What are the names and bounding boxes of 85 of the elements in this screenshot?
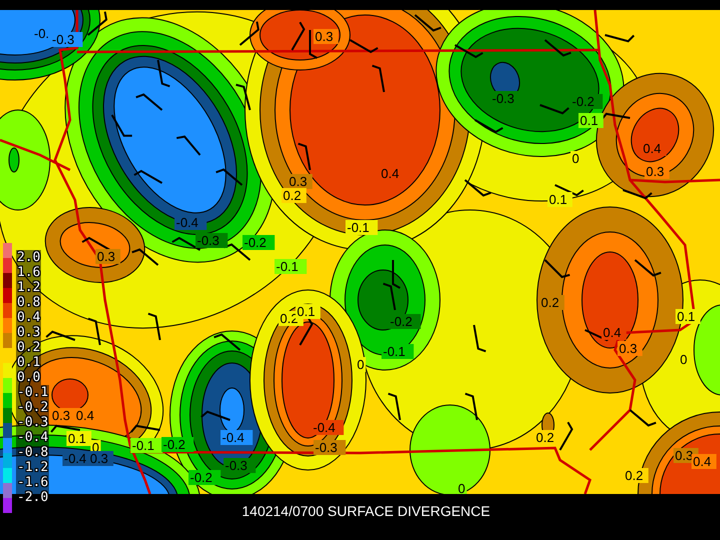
contour-label: -0.4 — [312, 420, 344, 435]
wind-barb-icon — [134, 170, 162, 184]
scale-label: -0.2 — [16, 400, 50, 415]
contour-area — [220, 388, 244, 432]
wind-barb-icon — [299, 316, 314, 346]
scale-label: 0.4 — [16, 310, 42, 325]
contour-label: 0.3 — [88, 451, 114, 466]
wind-barb-icon — [82, 236, 110, 251]
contour-label: 0.1 — [296, 304, 320, 319]
contour-label: -0.3 — [50, 32, 83, 47]
wind-barb-icon — [464, 392, 478, 420]
contour-label: -0.1 — [130, 438, 163, 453]
contour-label: 0 — [356, 357, 366, 372]
contour-label: 0 — [678, 352, 689, 367]
contour-label: -0.1 — [382, 344, 414, 359]
contour-label: 0.3 — [288, 174, 312, 189]
scale-label: -0.4 — [16, 430, 50, 445]
scale-label: 0.3 — [16, 325, 42, 340]
contour-label: 0.3 — [314, 29, 338, 44]
contour-label: 0.2 — [624, 468, 648, 483]
contour-label: -0.2 — [570, 94, 603, 109]
wind-barb-icon — [132, 248, 159, 266]
wind-barb-icon — [309, 30, 318, 59]
contour-label: 0.4 — [692, 454, 716, 469]
wind-barb-icon — [298, 142, 311, 170]
wind-barb-icon — [629, 409, 656, 427]
scale-label: 2.0 — [16, 250, 42, 265]
contour-label: 0.3 — [644, 164, 670, 179]
scale-label: 1.6 — [16, 265, 42, 280]
wind-barb-icon — [604, 34, 635, 42]
contour-label: 0.1 — [578, 113, 604, 128]
wind-barb-icon — [554, 184, 584, 196]
wind-barb-icon — [622, 189, 652, 200]
contour-label: 0 — [456, 481, 467, 494]
wind-barb-icon — [372, 64, 385, 92]
contour-label: 0 — [570, 151, 581, 166]
scale-label: -0.3 — [16, 415, 50, 430]
contour-label: 0.3 — [50, 408, 76, 423]
scale-label: 0.1 — [16, 355, 42, 370]
contour-label: -0.3 — [196, 233, 228, 248]
contour-label: -0.3 — [314, 440, 346, 455]
contour-label: 0.2 — [540, 295, 564, 310]
contour-label: 0.4 — [642, 141, 666, 156]
wind-barb-icon — [473, 324, 486, 352]
contour-label: 0.1 — [676, 309, 700, 324]
contour-label: 0.2 — [282, 188, 306, 203]
wind-barb-icon — [454, 44, 484, 58]
contour-label: -0.3 — [224, 458, 256, 473]
scale-label: -0.1 — [16, 385, 50, 400]
wind-barb-icon — [239, 21, 260, 46]
scale-label: 0.0 — [16, 370, 42, 385]
contour-label: 0.1 — [66, 431, 92, 446]
wind-barb-icon — [559, 422, 574, 450]
contour-label: 0.3 — [96, 249, 120, 264]
contour-label: -0.2 — [242, 235, 275, 250]
wind-barb-icon — [634, 259, 662, 277]
contour-label: -0.4 — [174, 215, 207, 230]
contour-label: -0.2 — [388, 314, 421, 329]
scale-label: 1.2 — [16, 280, 42, 295]
contour-label: -0.4 — [220, 430, 253, 445]
contour-label: 0.4 — [602, 325, 626, 340]
wind-barb-icon — [176, 136, 201, 156]
wind-barb-icon — [87, 11, 108, 36]
wind-barb-icon — [136, 93, 163, 111]
contour-label: 0.3 — [618, 341, 642, 356]
wind-barb-icon — [544, 259, 570, 278]
wind-barb-icon — [414, 14, 442, 32]
contour-label: 0.4 — [380, 166, 404, 181]
contour-label: -0.2 — [162, 437, 194, 452]
wind-barb-icon — [474, 119, 504, 134]
contour-label: -0.2 — [188, 470, 221, 485]
scale-label: -0.8 — [16, 445, 50, 460]
contour-label: -0.1 — [274, 259, 307, 274]
wind-barb-icon — [291, 22, 306, 50]
scale-label: -1.6 — [16, 475, 50, 490]
scale-label: -1.2 — [16, 460, 50, 475]
scale-label: 0.2 — [16, 340, 42, 355]
wind-barb-icon — [544, 39, 572, 57]
contour-label: -0.1 — [346, 220, 378, 235]
wind-barb-icon — [350, 39, 378, 54]
chart-title: 140214/0700 SURFACE DIVERGENCE — [242, 503, 490, 521]
wind-barb-icon — [388, 392, 401, 420]
contour-label: 0.1 — [548, 192, 572, 207]
scale-label: 0.8 — [16, 295, 42, 310]
wind-barb-icon — [540, 104, 570, 114]
